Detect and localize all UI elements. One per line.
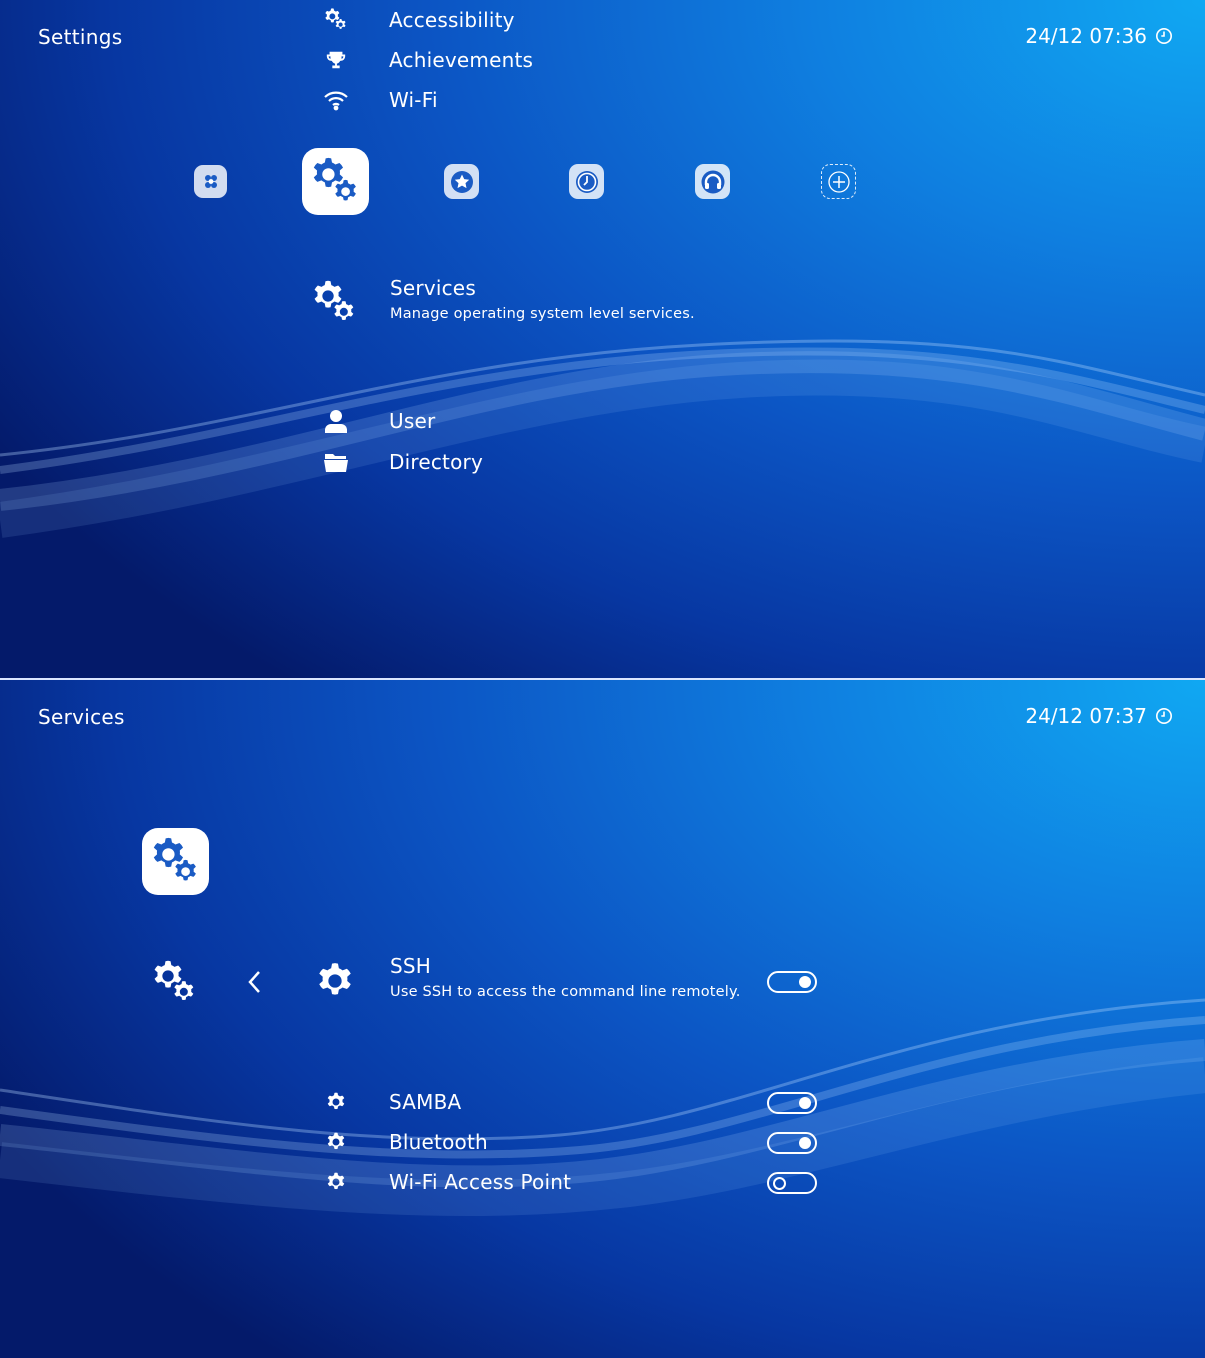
service-label: Bluetooth (389, 1130, 488, 1154)
tab-favorites[interactable] (444, 164, 479, 199)
bluetooth-toggle[interactable] (767, 1132, 817, 1154)
background-waves (0, 339, 1205, 538)
services-screen: Services 24/12 07:37 SSH Use SSH to acce… (0, 680, 1205, 1358)
user-icon (321, 406, 351, 436)
tab-netplay[interactable] (695, 164, 730, 199)
service-item-ssh[interactable]: SSH Use SSH to access the command line r… (314, 954, 741, 1002)
add-plus-icon (827, 170, 850, 193)
selected-item-text: Services Manage operating system level s… (390, 276, 695, 322)
selected-item-text: SSH Use SSH to access the command line r… (390, 954, 741, 1000)
service-item-bluetooth[interactable]: Bluetooth (321, 1127, 488, 1157)
category-settings-tile (142, 828, 209, 895)
service-item-wifi-access-point[interactable]: Wi-Fi Access Point (321, 1167, 571, 1197)
wifi-icon (321, 85, 351, 115)
clock-text: 24/12 07:37 (1025, 704, 1147, 728)
history-clock-icon (575, 170, 598, 193)
ssh-toggle[interactable] (767, 971, 817, 993)
toggle-knob (799, 976, 811, 988)
page-title: Services (38, 705, 125, 729)
favorites-star-icon (450, 170, 473, 193)
background-waves (0, 998, 1205, 1217)
trophy-icon (321, 45, 351, 75)
service-description: Use SSH to access the command line remot… (390, 984, 741, 1000)
menu-item-label: User (389, 409, 436, 433)
menu-item-label: Services (390, 276, 476, 300)
tab-history[interactable] (569, 164, 604, 199)
tab-settings[interactable] (302, 148, 369, 215)
netplay-headset-icon (701, 170, 724, 193)
toggle-knob (799, 1097, 811, 1109)
samba-toggle[interactable] (767, 1092, 817, 1114)
back-chevron-icon[interactable] (244, 968, 266, 1000)
folder-icon (321, 447, 351, 477)
menu-item-label: Achievements (389, 48, 534, 72)
menu-item-label: Directory (389, 450, 483, 474)
settings-gears-icon (312, 278, 358, 328)
wifi-access-point-toggle[interactable] (767, 1172, 817, 1194)
clock: 24/12 07:36 (1025, 24, 1173, 48)
gear-icon (321, 1087, 351, 1117)
clock-icon (1155, 707, 1173, 725)
tab-add[interactable] (821, 164, 856, 199)
toggle-knob (773, 1176, 786, 1190)
menu-item-label: Wi-Fi (389, 88, 438, 112)
clock-icon (1155, 27, 1173, 45)
menu-item-label: Accessibility (389, 8, 515, 32)
service-label: SAMBA (389, 1090, 462, 1114)
service-item-samba[interactable]: SAMBA (321, 1087, 461, 1117)
menu-item-description: Manage operating system level services. (390, 306, 695, 322)
menu-item-accessibility[interactable]: Accessibility (321, 5, 515, 35)
main-menu-icon (204, 174, 217, 188)
settings-gears-icon (311, 157, 361, 207)
menu-item-services[interactable]: Services Manage operating system level s… (312, 276, 695, 328)
settings-screen: Settings 24/12 07:36 Accessibility Achie… (0, 0, 1205, 678)
menu-item-user[interactable]: User (321, 406, 435, 436)
gear-icon (314, 960, 356, 1002)
gear-icon (321, 1127, 351, 1157)
menu-item-achievements[interactable]: Achievements (321, 45, 533, 75)
settings-gears-icon (152, 960, 198, 1006)
service-label: SSH (390, 954, 432, 978)
settings-gears-icon (151, 837, 201, 887)
tab-main-menu[interactable] (194, 165, 227, 198)
service-label: Wi-Fi Access Point (389, 1170, 572, 1194)
page-title: Settings (38, 25, 123, 49)
clock: 24/12 07:37 (1025, 704, 1173, 728)
settings-gears-icon (321, 5, 351, 35)
menu-item-directory[interactable]: Directory (321, 447, 483, 477)
menu-item-wifi[interactable]: Wi-Fi (321, 85, 438, 115)
clock-text: 24/12 07:36 (1025, 24, 1147, 48)
toggle-knob (799, 1137, 811, 1149)
gear-icon (321, 1167, 351, 1197)
